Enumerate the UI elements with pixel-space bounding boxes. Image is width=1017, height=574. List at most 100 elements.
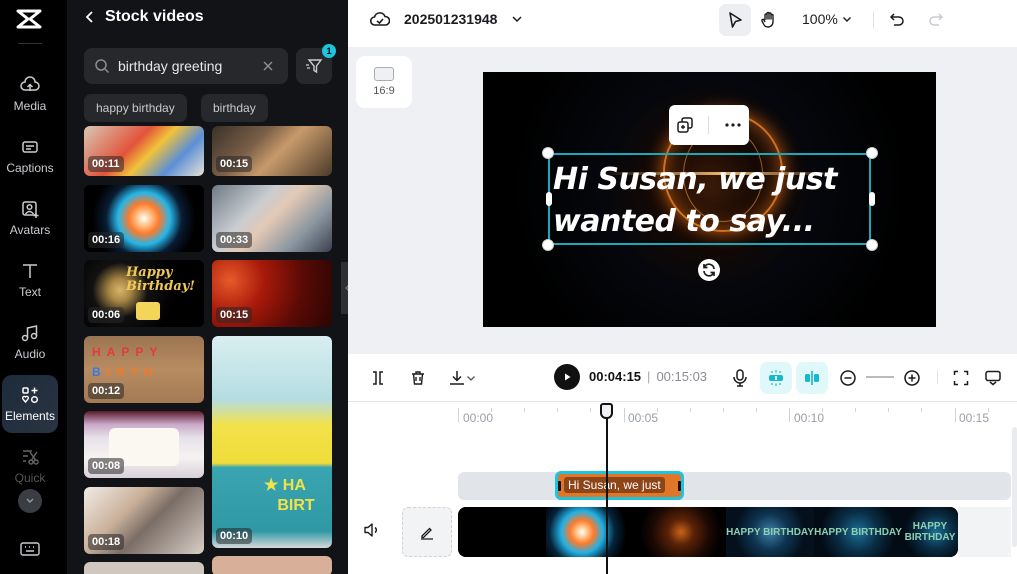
capcut-logo[interactable] <box>16 8 42 30</box>
redo-button[interactable] <box>920 4 952 36</box>
edit-cover-button[interactable] <box>402 507 452 557</box>
preview-settings-button[interactable] <box>981 366 1005 390</box>
play-button[interactable] <box>554 364 580 390</box>
playback-controls: 00:04:15 | 00:15:03 <box>348 354 1017 402</box>
split-button[interactable] <box>366 366 390 390</box>
video-thumbnail[interactable]: 00:11 <box>84 126 204 176</box>
empty-track-area <box>958 507 1011 557</box>
rail-label: Elements <box>4 409 56 423</box>
playhead-line[interactable] <box>606 414 608 574</box>
mute-track-icon[interactable] <box>363 522 381 538</box>
panel-title: Stock videos <box>105 8 204 25</box>
aspect-ratio-label: 16:9 <box>373 85 395 97</box>
split-icon <box>373 371 383 385</box>
timeline-zoom-slider[interactable] <box>866 376 894 378</box>
select-tool-button[interactable] <box>719 4 751 36</box>
cake-lettering: ★ HA BIRT <box>264 477 315 514</box>
video-thumbnail[interactable]: 00:18 <box>84 487 204 554</box>
video-preview[interactable]: Hi Susan, we just wanted to say... <box>483 72 936 327</box>
fullscreen-icon <box>953 370 969 386</box>
record-voice-button[interactable] <box>728 366 752 390</box>
rail-item-elements[interactable]: Elements <box>2 375 58 433</box>
rail-item-quick[interactable]: Quick <box>2 437 58 495</box>
video-thumbnail[interactable]: 00:16 <box>84 185 204 252</box>
ruler-tick <box>524 408 526 412</box>
video-thumbnail[interactable]: ★ HA BIRT 00:10 <box>212 336 332 548</box>
keyboard-shortcuts-icon[interactable] <box>19 540 41 558</box>
zoom-out-button[interactable] <box>836 366 860 390</box>
video-frame <box>458 507 546 557</box>
ruler-tick <box>557 408 559 412</box>
rail-label: Media <box>13 99 47 113</box>
download-icon <box>450 371 464 385</box>
rail-item-text[interactable]: Text <box>2 251 58 309</box>
aspect-ratio-icon <box>374 67 394 81</box>
hand-tool-button[interactable] <box>753 4 785 36</box>
filter-button[interactable]: 1 <box>296 44 336 84</box>
zoom-in-button[interactable] <box>900 366 924 390</box>
zoom-in-icon <box>904 370 920 386</box>
resize-handle[interactable] <box>542 147 554 159</box>
side-handle[interactable] <box>546 192 552 206</box>
playhead-handle[interactable] <box>600 403 613 419</box>
video-duration: 00:15 <box>216 307 253 323</box>
hand-icon <box>761 11 774 28</box>
project-title[interactable]: 202501231948 <box>370 10 523 28</box>
rail-item-audio[interactable]: Audio <box>2 313 58 371</box>
video-thumbnail[interactable]: 00:33 <box>212 185 332 252</box>
rail-item-avatars[interactable]: Avatars <box>2 189 58 247</box>
undo-button[interactable] <box>881 4 913 36</box>
ruler-tick <box>888 408 890 412</box>
video-clip[interactable]: HAPPY BIRTHDAY HAPPY BIRTHDAY HAPPY BIRT… <box>458 507 958 557</box>
text-track[interactable] <box>458 472 1011 500</box>
video-thumbnail[interactable]: 00:15 <box>212 126 332 176</box>
duplicate-icon[interactable] <box>676 116 694 134</box>
timeline-scrollbar[interactable] <box>1012 427 1017 547</box>
search-box <box>84 48 288 84</box>
zoom-out-icon <box>840 370 856 386</box>
search-input[interactable] <box>118 58 253 74</box>
selection-box[interactable] <box>548 153 871 245</box>
captions-icon <box>22 141 38 153</box>
rail-item-captions[interactable]: Captions <box>2 127 58 185</box>
clip-trim-handle-right[interactable] <box>678 481 681 491</box>
suggestion-chip[interactable]: birthday <box>201 94 268 122</box>
zoom-dropdown[interactable]: 100% <box>802 11 852 27</box>
ruler-tick <box>855 408 857 412</box>
aspect-ratio-button[interactable]: 16:9 <box>356 56 412 108</box>
rail-item-media[interactable]: Media <box>2 65 58 123</box>
resize-handle[interactable] <box>866 147 878 159</box>
chevron-down-icon <box>512 16 522 23</box>
pointer-icon <box>729 12 742 28</box>
video-thumbnail[interactable]: HAPPY BIRTH 00:12 <box>84 336 204 403</box>
delete-button[interactable] <box>406 366 430 390</box>
ruler-tick-label: 00:10 <box>794 411 825 425</box>
video-frame: HAPPY BIRTHDAY <box>902 507 958 557</box>
resize-handle[interactable] <box>542 239 554 251</box>
elements-icon <box>21 387 39 404</box>
text-clip[interactable]: Hi Susan, we just <box>555 471 684 500</box>
resize-handle[interactable] <box>866 239 878 251</box>
rotate-handle[interactable] <box>698 259 720 281</box>
download-dropdown[interactable] <box>444 366 480 390</box>
chevron-down-icon <box>467 375 475 381</box>
suggestion-chip[interactable]: happy birthday <box>84 94 187 122</box>
rail-more-button[interactable] <box>18 489 42 513</box>
video-thumbnail[interactable]: 00:15 <box>212 260 332 327</box>
fullscreen-button[interactable] <box>949 366 973 390</box>
more-options-icon[interactable] <box>724 122 742 128</box>
video-thumbnail[interactable] <box>212 556 332 574</box>
video-thumbnail[interactable] <box>84 562 204 574</box>
side-handle[interactable] <box>869 192 875 206</box>
timeline: 00:00 00:05 00:10 00:15 Hi Susan, we jus… <box>348 402 1017 574</box>
video-thumbnail[interactable]: 00:08 <box>84 411 204 478</box>
back-icon[interactable] <box>85 10 95 24</box>
ruler-tick <box>789 408 790 422</box>
video-thumbnail[interactable]: Happy Birthday! 00:06 <box>84 260 204 327</box>
clear-search-icon[interactable] <box>261 59 275 73</box>
time-separator: | <box>647 369 651 384</box>
link-track-toggle[interactable] <box>796 362 828 394</box>
auto-snap-toggle[interactable] <box>760 362 792 394</box>
ruler-tick <box>722 408 724 412</box>
clip-trim-handle-left[interactable] <box>558 481 561 491</box>
